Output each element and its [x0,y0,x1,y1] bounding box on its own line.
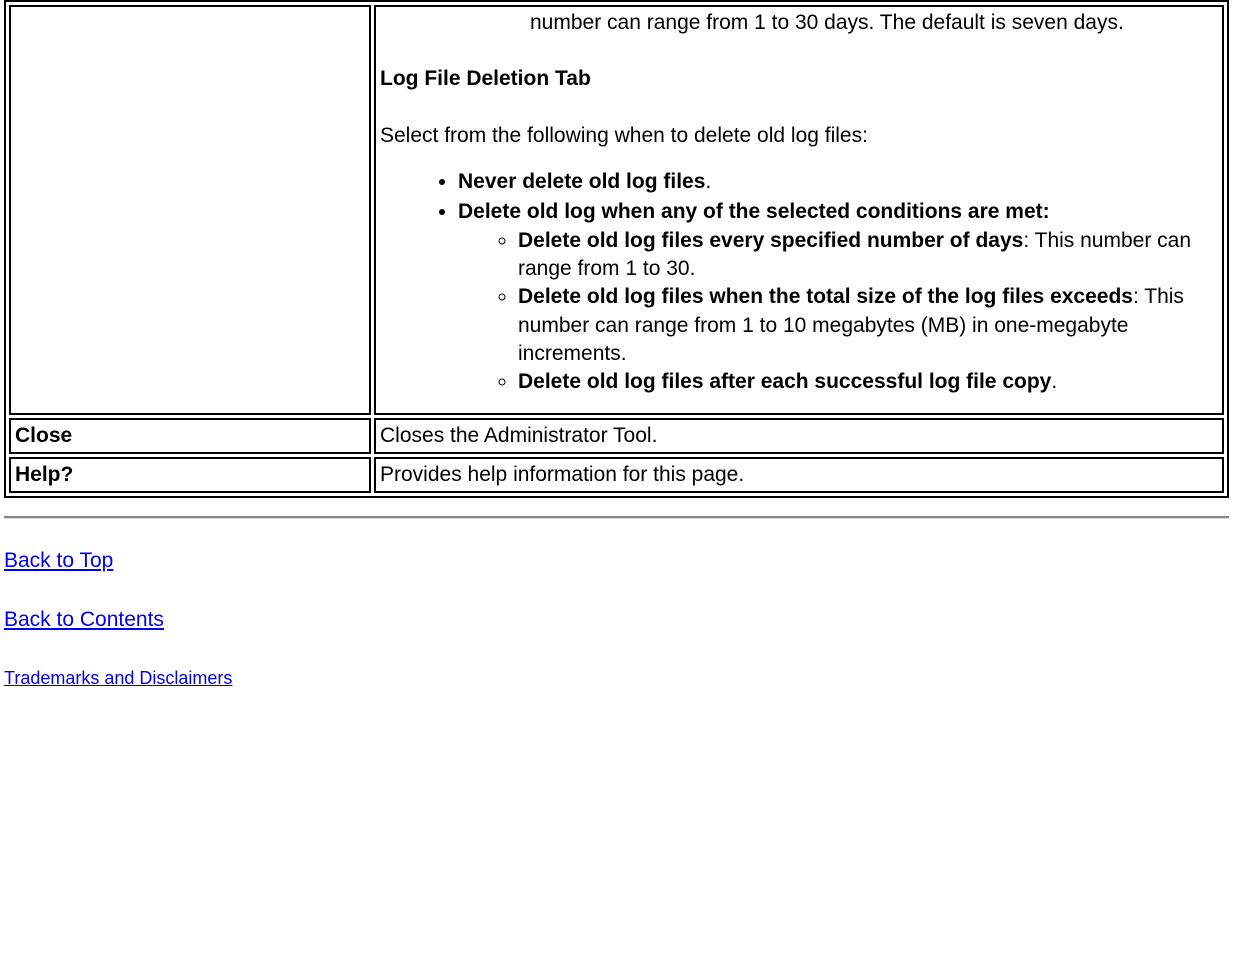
delete-when-conditions-label: Delete old log when any of the selected … [458,200,1050,223]
help-label-cell: Help? [9,457,371,493]
never-delete-label: Never delete old log files [458,170,705,193]
list-item: Never delete old log files. [458,168,1218,196]
option-desc-cell: number can range from 1 to 30 days. The … [374,5,1224,415]
table-row: Close Closes the Administrator Tool. [9,418,1224,454]
back-to-contents-link[interactable]: Back to Contents [4,606,164,634]
list-item: Delete old log files after each successf… [518,368,1218,396]
delete-after-copy-label: Delete old log files after each successf… [518,370,1051,393]
options-table: number can range from 1 to 30 days. The … [4,0,1229,498]
log-file-deletion-heading: Log File Deletion Tab [380,65,1218,93]
delete-when-size-label: Delete old log files when the total size… [518,285,1133,308]
help-desc-cell: Provides help information for this page. [374,457,1224,493]
back-to-top-link[interactable]: Back to Top [4,547,113,575]
table-row: Help? Provides help information for this… [9,457,1224,493]
table-row: number can range from 1 to 30 days. The … [9,5,1224,415]
conditions-sublist: Delete old log files every specified num… [458,227,1218,397]
trademarks-link[interactable]: Trademarks and Disclaimers [4,666,232,690]
list-item: Delete old log files when the total size… [518,283,1218,368]
fragment-text: number can range from 1 to 30 days. The … [380,9,1218,37]
option-name-cell [9,5,371,415]
list-item: Delete old log files every specified num… [518,227,1218,284]
intro-text: Select from the following when to delete… [380,122,1218,150]
close-desc-cell: Closes the Administrator Tool. [374,418,1224,454]
list-item: Delete old log when any of the selected … [458,198,1218,396]
divider [4,516,1229,519]
deletion-options-list: Never delete old log files. Delete old l… [380,168,1218,397]
delete-every-days-label: Delete old log files every specified num… [518,229,1023,252]
close-label-cell: Close [9,418,371,454]
